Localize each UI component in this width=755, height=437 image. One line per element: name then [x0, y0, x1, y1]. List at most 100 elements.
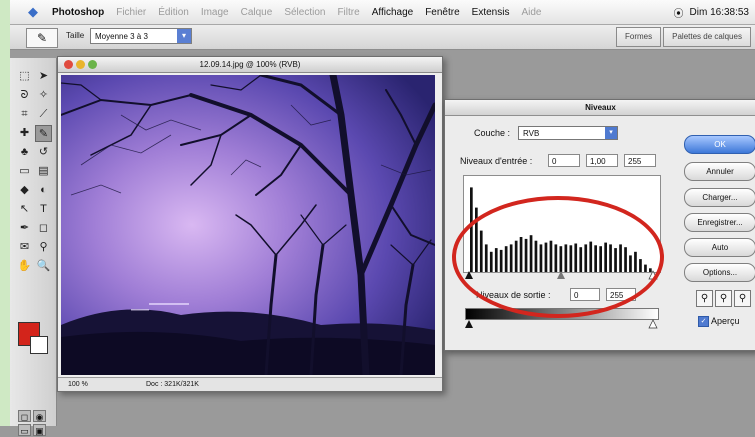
ok-button-label: OK [714, 140, 726, 149]
quickmask-mode-icon[interactable]: ◉ [33, 410, 46, 422]
pen-tool-icon[interactable]: ✒ [16, 220, 33, 237]
sync-icon: ⦿ [673, 8, 684, 20]
screen-edge [0, 0, 10, 426]
load-button-label: Charger... [702, 193, 738, 202]
menu-calque[interactable]: Calque [241, 7, 273, 18]
menu-fichier[interactable]: Fichier [116, 7, 146, 18]
size-select[interactable]: Moyenne 3 à 3 ▾ [90, 28, 192, 44]
menu-aide[interactable]: Aide [521, 7, 541, 18]
size-select-value: Moyenne 3 à 3 [95, 32, 148, 41]
menu-affichage[interactable]: Affichage [372, 7, 414, 18]
document-titlebar[interactable]: 12.09.14.jpg @ 100% (RVB) [58, 57, 442, 73]
menu-selection[interactable]: Sélection [284, 7, 325, 18]
palette-well: Formes Palettes de calques [616, 27, 751, 47]
channel-label: Couche : [474, 128, 511, 138]
apple-menu-icon[interactable]: ◆ [24, 4, 42, 20]
options-button[interactable]: Options... [684, 263, 755, 282]
highlight-ellipse [452, 196, 664, 318]
select-arrow-icon: ▾ [177, 29, 191, 43]
save-button-label: Enregistrer... [697, 218, 743, 227]
levels-dialog-title[interactable]: Niveaux [445, 100, 755, 116]
hand-tool-icon[interactable]: ✋ [16, 258, 33, 275]
document-window: 12.09.14.jpg @ 100% (RVB) 100 % Doc: 32… [57, 56, 443, 392]
zoom-icon[interactable] [88, 60, 97, 69]
menu-app-name[interactable]: Photoshop [52, 7, 104, 18]
history-brush-icon[interactable]: ↺ [35, 144, 52, 161]
menu-fenetre[interactable]: Fenêtre [425, 7, 459, 18]
toolbox: ⬚ ➤ ᘐ ✧ ⌗ ⟋ ✚ ✎ ♣ ↺ ▭ ▤ ◆ ◐ ↖ T ✒ ◻ ✉ ⚲ … [10, 58, 57, 436]
menu-extensis[interactable]: Extensis [472, 7, 510, 18]
menubar-status: ⦿ Dim 16:38:53 [674, 5, 755, 20]
input-black-field[interactable]: 0 [548, 154, 580, 167]
checkmark-icon: ✓ [698, 316, 709, 328]
input-gamma-value: 1,00 [590, 157, 606, 166]
gradient-tool-icon[interactable]: ▤ [35, 163, 52, 180]
document-statusbar: 100 % Doc : 321K/321K [58, 377, 442, 391]
gray-eyedropper-icon[interactable]: ⚲ [715, 290, 732, 307]
tool-grid: ⬚ ➤ ᘐ ✧ ⌗ ⟋ ✚ ✎ ♣ ↺ ▭ ▤ ◆ ◐ ↖ T ✒ ◻ ✉ ⚲ … [16, 68, 52, 275]
notes-tool-icon[interactable]: ✉ [16, 239, 33, 256]
standard-mode-icon[interactable]: ◻ [18, 410, 31, 422]
marquee-tool-icon[interactable]: ⬚ [16, 68, 33, 85]
palette-tab-calques[interactable]: Palettes de calques [663, 27, 751, 47]
black-eyedropper-icon[interactable]: ⚲ [696, 290, 713, 307]
select-arrow-icon: ▾ [605, 127, 617, 139]
menubar-clock: Dim 16:38:53 [689, 6, 749, 18]
channel-select[interactable]: RVB ▾ [518, 126, 618, 140]
palette-tab-formes[interactable]: Formes [616, 27, 662, 47]
menu-image[interactable]: Image [201, 7, 229, 18]
load-button[interactable]: Charger... [684, 188, 755, 207]
eraser-tool-icon[interactable]: ▭ [16, 163, 33, 180]
background-color-swatch[interactable] [30, 336, 48, 354]
brush-icon: ✎ [36, 31, 48, 45]
image-canvas[interactable] [61, 75, 435, 375]
size-label: Taille [66, 31, 85, 40]
input-gamma-field[interactable]: 1,00 [586, 154, 618, 167]
preview-label: Aperçu [711, 316, 740, 326]
document-title: 12.09.14.jpg @ 100% (RVB) [199, 60, 301, 69]
input-white-field[interactable]: 255 [624, 154, 656, 167]
auto-button[interactable]: Auto [684, 238, 755, 257]
doc-size-readout[interactable]: Doc : 321K/321K [146, 378, 199, 391]
blur-tool-icon[interactable]: ◆ [16, 182, 33, 199]
output-black-slider-handle [465, 320, 473, 328]
save-button[interactable]: Enregistrer... [684, 213, 755, 232]
ok-button[interactable]: OK [684, 135, 755, 154]
menubar: ◆ Photoshop Fichier Édition Image Calque… [10, 0, 755, 25]
menu-filtre[interactable]: Filtre [337, 7, 359, 18]
zoom-tool-icon[interactable]: 🔍 [35, 258, 52, 275]
magic-wand-icon[interactable]: ✧ [35, 87, 52, 104]
mode-buttons: ◻ ◉ ▭ ▣ [18, 410, 46, 436]
crop-tool-icon[interactable]: ⌗ [16, 106, 33, 123]
cancel-button[interactable]: Annuler [684, 162, 755, 181]
eyedropper-tool-icon[interactable]: ⚲ [35, 239, 52, 256]
tool-preset-picker[interactable]: ✎ [26, 28, 58, 48]
input-white-value: 255 [628, 157, 642, 166]
move-tool-icon[interactable]: ➤ [35, 68, 52, 85]
cancel-button-label: Annuler [706, 167, 734, 176]
lasso-tool-icon[interactable]: ᘐ [16, 87, 33, 104]
output-slider-track[interactable] [461, 319, 661, 329]
white-eyedropper-icon[interactable]: ⚲ [734, 290, 751, 307]
window-controls [64, 60, 97, 69]
path-select-icon[interactable]: ↖ [16, 201, 33, 218]
type-tool-icon[interactable]: T [35, 201, 52, 218]
zoom-readout[interactable]: 100 % [68, 378, 88, 391]
stamp-tool-icon[interactable]: ♣ [16, 144, 33, 161]
input-levels-label: Niveaux d'entrée : [460, 156, 533, 166]
slice-tool-icon[interactable]: ⟋ [35, 106, 52, 123]
close-icon[interactable] [64, 60, 73, 69]
menu-edition[interactable]: Édition [158, 7, 189, 18]
input-black-value: 0 [552, 157, 557, 166]
minimize-icon[interactable] [76, 60, 85, 69]
channel-select-value: RVB [523, 129, 540, 138]
options-bar: ✎ Taille Moyenne 3 à 3 ▾ Formes Palettes… [10, 25, 755, 50]
shape-tool-icon[interactable]: ◻ [35, 220, 52, 237]
preview-checkbox[interactable]: ✓ Aperçu [698, 316, 740, 328]
dodge-tool-icon[interactable]: ◐ [35, 182, 52, 199]
brush-tool-icon[interactable]: ✎ [35, 125, 52, 142]
healing-tool-icon[interactable]: ✚ [16, 125, 33, 142]
photo-trees-dusk [61, 75, 435, 375]
output-white-slider-handle [648, 319, 658, 329]
options-button-label: Options... [702, 268, 738, 277]
